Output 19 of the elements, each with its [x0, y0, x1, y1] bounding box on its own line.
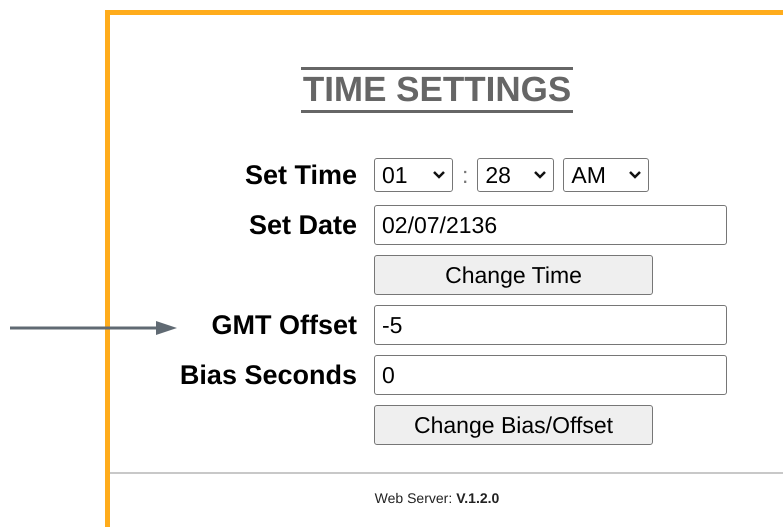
time-separator: :: [462, 160, 468, 190]
dropdown[interactable]: 01: [374, 158, 453, 192]
chevron-down-icon: [432, 170, 446, 180]
submit-button[interactable]: Change Bias/Offset: [374, 405, 653, 445]
field-label: GMT Offset: [210, 308, 357, 342]
field-label: Set Time: [244, 158, 357, 192]
chevron-down-icon: [533, 170, 548, 180]
submit-button[interactable]: Change Time: [374, 255, 653, 295]
version-text: V.1.2.0: [456, 489, 500, 508]
chevron-down-icon: [628, 170, 642, 180]
input-field[interactable]: 02/07/2136: [374, 205, 727, 245]
footer-label: Web Server:: [374, 489, 452, 508]
field-label: Bias Seconds: [178, 358, 357, 392]
input-field[interactable]: 0: [374, 355, 727, 395]
page-title: TIME SETTINGS: [300, 67, 574, 113]
field-label: Set Date: [248, 208, 357, 242]
dropdown[interactable]: AM: [563, 158, 650, 192]
input-field[interactable]: -5: [374, 305, 727, 345]
dropdown[interactable]: 28: [477, 158, 554, 192]
